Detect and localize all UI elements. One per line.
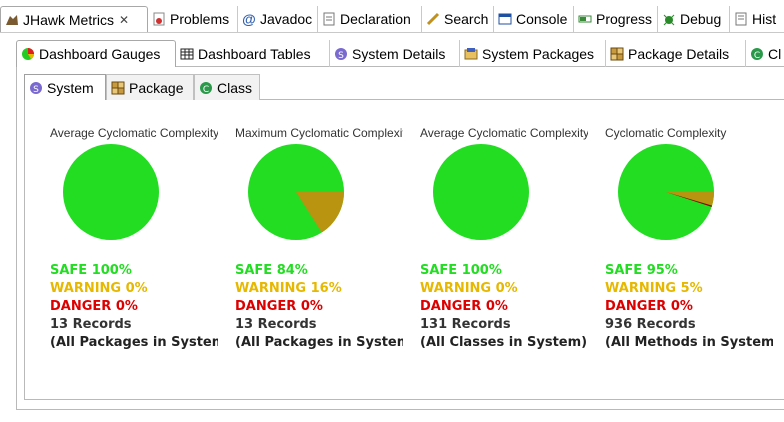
svg-text:S: S — [33, 85, 39, 95]
view-tab-bar: JHawk Metrics ✕ Problems @ Javadoc Decla… — [0, 6, 784, 33]
tab-package[interactable]: Package — [106, 74, 194, 100]
gauge-pie — [433, 144, 529, 240]
tab-search[interactable]: Search — [422, 6, 494, 32]
tab-package-details[interactable]: Package Details — [606, 40, 746, 67]
tab-javadoc[interactable]: @ Javadoc — [238, 6, 318, 32]
gauge-title: Cyclomatic Complexity — [605, 126, 727, 140]
debug-icon — [662, 12, 676, 26]
gauge-danger: DANGER 0% — [50, 299, 138, 314]
tab-label: Search — [444, 11, 489, 27]
tab-label: System Details — [352, 45, 446, 62]
tab-label: Dashboard Gauges — [39, 46, 161, 62]
tab-label: Console — [516, 11, 568, 27]
progress-icon — [578, 12, 592, 26]
svg-text:S: S — [338, 51, 344, 61]
gauge-title: Average Cyclomatic Complexity — [420, 126, 588, 140]
tab-dashboard-gauges[interactable]: Dashboard Gauges — [16, 40, 176, 67]
declaration-icon — [322, 12, 336, 26]
tab-label: Declaration — [340, 11, 411, 27]
tab-label: Debug — [680, 11, 722, 27]
tab-system-packages[interactable]: System Packages — [460, 40, 606, 67]
tab-label: Hist — [752, 11, 777, 27]
tab-label: Package — [129, 79, 184, 96]
tab-system-details[interactable]: S System Details — [330, 40, 460, 67]
tab-class-details[interactable]: C Cl — [746, 40, 784, 67]
gauge-title: Maximum Cyclomatic Complexity — [235, 126, 403, 140]
gauge-danger: DANGER 0% — [605, 299, 693, 314]
gauge-pie — [248, 144, 344, 240]
gauge-records: 131 Records — [420, 317, 511, 332]
search-icon — [426, 12, 440, 26]
package-icon — [610, 47, 624, 61]
tab-history[interactable]: Hist — [730, 6, 784, 32]
gauge-safe: SAFE 95% — [605, 263, 678, 278]
gauge-scope: (All Packages in System) — [235, 335, 403, 350]
tab-problems[interactable]: Problems — [148, 6, 238, 32]
pie-slice-safe — [433, 144, 529, 240]
gauge-scope: (All Classes in System) — [420, 335, 588, 350]
gauge-safe: SAFE 100% — [420, 263, 502, 278]
tab-dashboard-tables[interactable]: Dashboard Tables — [176, 40, 330, 67]
tab-jhawk-metrics[interactable]: JHawk Metrics ✕ — [0, 6, 148, 32]
main-tab-bar: Dashboard Gauges Dashboard Tables S Syst… — [16, 40, 784, 67]
tab-label: Progress — [596, 11, 653, 27]
history-icon — [734, 12, 748, 26]
tab-debug[interactable]: Debug — [658, 6, 730, 32]
gauge-records: 13 Records — [50, 317, 132, 332]
console-icon — [498, 12, 512, 26]
tab-label: Class — [217, 79, 253, 96]
gauge-danger: DANGER 0% — [235, 299, 323, 314]
table-icon — [180, 47, 194, 61]
gauge-records: 13 Records — [235, 317, 317, 332]
tab-console[interactable]: Console — [494, 6, 574, 32]
gauge-records: 936 Records — [605, 317, 696, 332]
problems-icon — [152, 12, 166, 26]
packages-icon — [464, 47, 478, 61]
close-icon[interactable]: ✕ — [119, 13, 129, 27]
class-icon: C — [199, 81, 213, 95]
svg-text:C: C — [203, 85, 209, 95]
gauge-warning: WARNING 16% — [235, 281, 342, 296]
jhawk-icon — [5, 13, 19, 27]
gauge-warning: WARNING 0% — [50, 281, 148, 296]
tab-label: JHawk Metrics — [23, 11, 115, 28]
gauge-icon — [21, 47, 35, 61]
svg-text:C: C — [754, 51, 760, 61]
tab-label: Dashboard Tables — [198, 45, 311, 62]
gauge-safe: SAFE 84% — [235, 263, 308, 278]
pie-slice-safe — [63, 144, 159, 240]
tab-progress[interactable]: Progress — [574, 6, 658, 32]
gauge-pie — [618, 144, 714, 240]
gauge-warning: WARNING 0% — [420, 281, 518, 296]
system-icon: S — [334, 47, 348, 61]
gauge-safe: SAFE 100% — [50, 263, 132, 278]
tab-label: Problems — [170, 11, 230, 27]
gauge-pie — [63, 144, 159, 240]
tab-declaration[interactable]: Declaration — [318, 6, 422, 32]
class-icon: C — [750, 47, 764, 61]
tab-label: Cl — [768, 45, 782, 62]
tab-label: System Packages — [482, 45, 595, 62]
gauge-scope: (All Packages in System) — [50, 335, 218, 350]
tab-class[interactable]: C Class — [194, 74, 260, 100]
gauge-warning: WARNING 5% — [605, 281, 703, 296]
javadoc-icon: @ — [242, 11, 256, 27]
tab-system[interactable]: S System — [24, 74, 106, 100]
gauge-title: Average Cyclomatic Complexity — [50, 126, 218, 140]
tab-label: Javadoc — [260, 11, 313, 27]
system-icon: S — [29, 81, 43, 95]
tab-label: Package Details — [628, 45, 730, 62]
sub-tab-bar: S System Package C Class — [24, 74, 304, 100]
package-icon — [111, 81, 125, 95]
gauge-scope: (All Methods in System) — [605, 335, 773, 350]
tab-label: System — [47, 79, 94, 96]
gauge-danger: DANGER 0% — [420, 299, 508, 314]
